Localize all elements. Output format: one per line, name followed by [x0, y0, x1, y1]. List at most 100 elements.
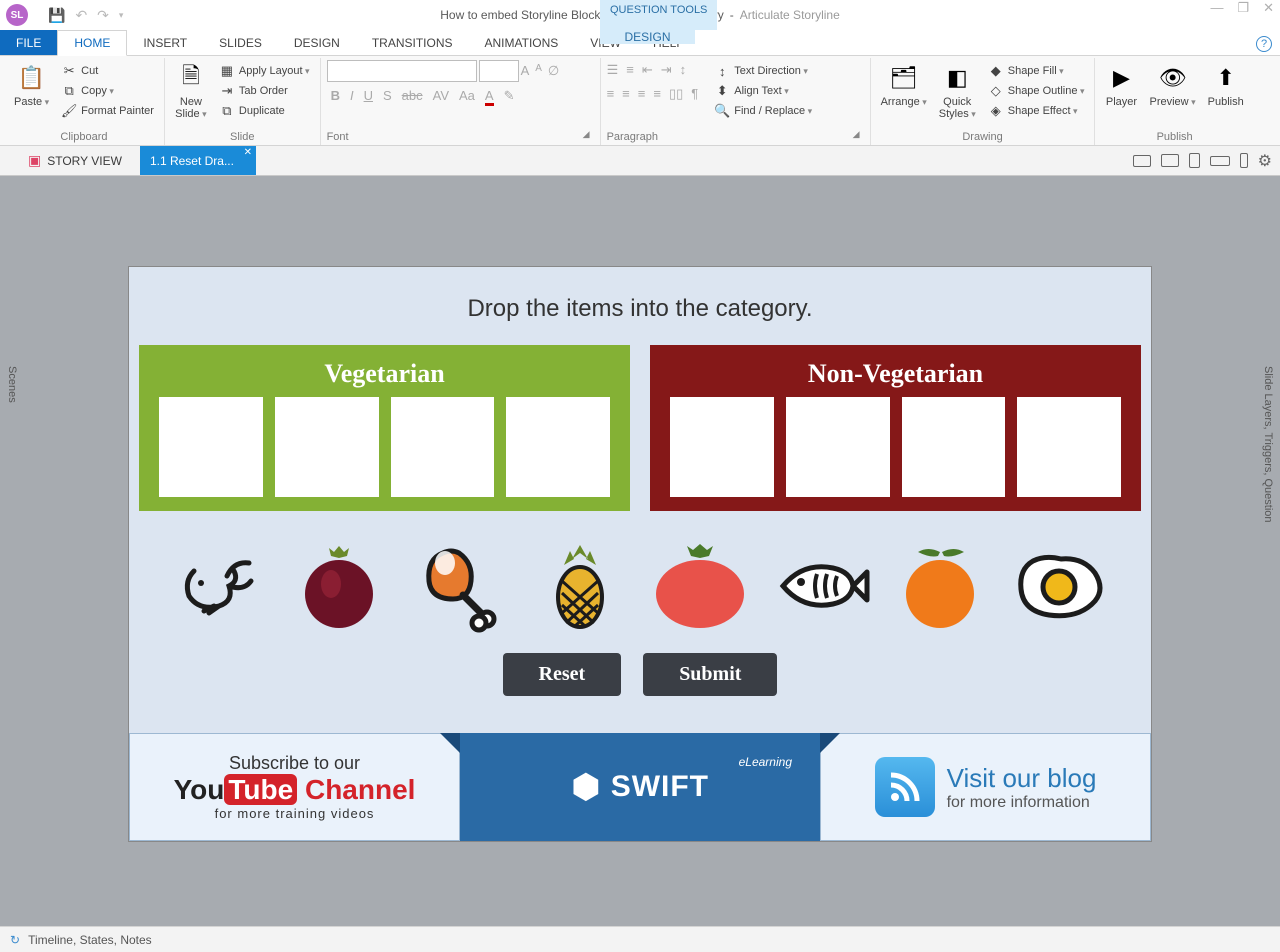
new-slide-button[interactable]: 🗎 New Slide — [171, 60, 211, 129]
drop-slot[interactable] — [1017, 397, 1121, 497]
tablet-landscape-icon[interactable] — [1161, 154, 1179, 167]
cut-button[interactable]: ✂Cut — [57, 62, 158, 80]
copy-button[interactable]: ⧉Copy — [57, 82, 158, 100]
justify-icon[interactable]: ≡ — [653, 86, 661, 102]
settings-icon[interactable]: ⚙ — [1258, 151, 1272, 171]
clear-format-icon[interactable]: ∅ — [548, 63, 559, 79]
format-painter-button[interactable]: 🖌Format Painter — [57, 102, 158, 120]
char-spacing-icon[interactable]: AV — [433, 88, 449, 106]
shape-outline-button[interactable]: ◇Shape Outline — [984, 82, 1089, 100]
grow-font-icon[interactable]: A — [521, 63, 530, 79]
numbering-icon[interactable]: ≡ — [626, 62, 634, 78]
paste-button[interactable]: 📋 Paste — [10, 60, 53, 129]
undo-icon[interactable]: ↶ — [75, 7, 87, 24]
category-vegetarian[interactable]: Vegetarian — [139, 345, 630, 511]
bold-icon[interactable]: B — [331, 88, 340, 106]
drop-slot[interactable] — [786, 397, 890, 497]
redo-icon[interactable]: ↷ — [97, 7, 109, 24]
tab-animations[interactable]: ANIMATIONS — [469, 30, 575, 55]
shadow-icon[interactable]: S — [383, 88, 392, 106]
item-egg[interactable] — [1016, 541, 1106, 631]
qat-more-icon[interactable]: ▾ — [119, 10, 124, 21]
find-replace-button[interactable]: 🔍Find / Replace — [710, 102, 816, 120]
duplicate-button[interactable]: ⧉Duplicate — [215, 102, 314, 120]
status-tabs[interactable]: Timeline, States, Notes — [28, 933, 152, 947]
bullets-icon[interactable]: ☰ — [607, 62, 619, 78]
phone-landscape-icon[interactable] — [1210, 156, 1230, 166]
align-right-icon[interactable]: ≡ — [638, 86, 646, 102]
font-color-icon[interactable]: A — [485, 88, 494, 106]
strike-icon[interactable]: abc — [402, 88, 423, 106]
drop-slot[interactable] — [275, 397, 379, 497]
drop-slot[interactable] — [506, 397, 610, 497]
item-pineapple[interactable] — [535, 541, 625, 631]
close-icon[interactable]: ✕ — [1263, 0, 1274, 16]
item-tomato[interactable] — [655, 541, 745, 631]
desktop-icon[interactable] — [1133, 155, 1151, 167]
item-shrimp[interactable] — [174, 541, 264, 631]
publish-button[interactable]: ⬆Publish — [1204, 60, 1248, 129]
item-chicken-leg[interactable] — [415, 541, 505, 631]
drop-slot[interactable] — [391, 397, 495, 497]
shape-effect-button[interactable]: ◈Shape Effect — [984, 102, 1089, 120]
align-center-icon[interactable]: ≡ — [622, 86, 630, 102]
help-icon[interactable]: ? — [1256, 36, 1272, 52]
tab-question-design[interactable]: DESIGN — [600, 30, 695, 44]
tab-order-button[interactable]: ⇥Tab Order — [215, 82, 314, 100]
player-button[interactable]: ▶Player — [1101, 60, 1141, 129]
item-pomegranate[interactable] — [294, 541, 384, 631]
item-fish[interactable] — [775, 541, 865, 631]
minimize-icon[interactable]: — — [1210, 0, 1223, 16]
tab-slides[interactable]: SLIDES — [203, 30, 278, 55]
drop-slot[interactable] — [159, 397, 263, 497]
underline-icon[interactable]: U — [364, 88, 373, 106]
slide-tab-active[interactable]: 1.1 Reset Dra... ✕ — [140, 146, 256, 175]
indent-icon[interactable]: ⇥ — [661, 62, 672, 78]
swift-logo-box[interactable]: ⬢ SWIFT eLearning — [460, 733, 820, 841]
para-dialog-launcher[interactable]: ◢ — [658, 129, 864, 145]
reset-button[interactable]: Reset — [503, 653, 622, 696]
category-non-vegetarian[interactable]: Non-Vegetarian — [650, 345, 1141, 511]
tab-insert[interactable]: INSERT — [127, 30, 203, 55]
story-view-button[interactable]: ▣ STORY VIEW — [16, 146, 134, 175]
shrink-font-icon[interactable]: A — [535, 63, 542, 79]
shape-fill-button[interactable]: ◆Shape Fill — [984, 62, 1089, 80]
text-direction-button[interactable]: ↕Text Direction — [710, 62, 816, 80]
phone-portrait-icon[interactable] — [1240, 153, 1248, 168]
outdent-icon[interactable]: ⇤ — [642, 62, 653, 78]
font-dialog-launcher[interactable]: ◢ — [349, 129, 594, 145]
tablet-portrait-icon[interactable] — [1189, 153, 1200, 168]
italic-icon[interactable]: I — [350, 88, 354, 106]
youtube-subscribe-box[interactable]: Subscribe to our YouTube Channel for mor… — [129, 733, 460, 841]
right-panels-label[interactable]: Slide Layers, Triggers, Question — [1262, 366, 1274, 523]
linespacing-icon[interactable]: ↕ — [680, 62, 687, 78]
save-icon[interactable]: 💾 — [48, 7, 65, 24]
scenes-panel-label[interactable]: Scenes — [6, 366, 18, 403]
maximize-icon[interactable]: ❐ — [1237, 0, 1249, 16]
tab-design[interactable]: DESIGN — [278, 30, 356, 55]
submit-button[interactable]: Submit — [643, 653, 777, 696]
timeline-icon[interactable]: ↻ — [10, 933, 20, 947]
align-text-button[interactable]: ⬍Align Text — [710, 82, 816, 100]
rtl-icon[interactable]: ¶ — [691, 86, 698, 102]
tab-close-icon[interactable]: ✕ — [244, 147, 252, 158]
tab-home[interactable]: HOME — [57, 30, 127, 56]
change-case-icon[interactable]: Aa — [459, 88, 475, 106]
tab-transitions[interactable]: TRANSITIONS — [356, 30, 469, 55]
preview-button[interactable]: 👁Preview — [1145, 60, 1199, 129]
tab-file[interactable]: FILE — [0, 30, 57, 55]
columns-icon[interactable]: ▯▯ — [669, 86, 683, 102]
quick-styles-button[interactable]: ◧Quick Styles — [935, 60, 980, 129]
item-orange[interactable] — [896, 541, 986, 631]
slide-canvas[interactable]: Drop the items into the category. Vegeta… — [128, 266, 1152, 842]
blog-link-box[interactable]: Visit our blog for more information — [820, 733, 1151, 841]
font-family-select[interactable] — [327, 60, 477, 82]
apply-layout-button[interactable]: ▦Apply Layout — [215, 62, 314, 80]
drop-slot[interactable] — [902, 397, 1006, 497]
arrange-button[interactable]: 🗂Arrange — [877, 60, 931, 129]
drop-slot[interactable] — [670, 397, 774, 497]
highlight-icon[interactable]: ✎ — [504, 88, 515, 106]
font-size-select[interactable] — [479, 60, 519, 82]
align-left-icon[interactable]: ≡ — [607, 86, 615, 102]
stage: Scenes Slide Layers, Triggers, Question … — [0, 176, 1280, 926]
